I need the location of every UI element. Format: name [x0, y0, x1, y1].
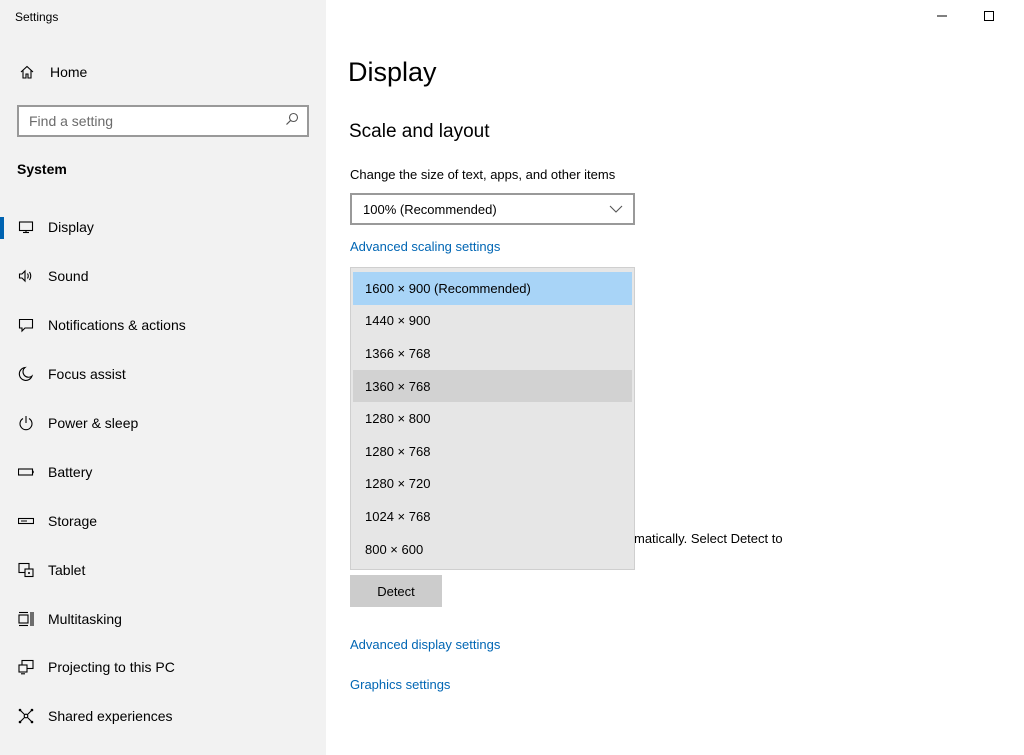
sidebar-item-label: Tablet — [48, 561, 86, 578]
notification-icon — [17, 316, 35, 334]
home-label: Home — [50, 64, 88, 80]
app-title: Settings — [15, 10, 59, 24]
sidebar-item-sound[interactable]: Sound — [0, 252, 326, 301]
sidebar-item-storage[interactable]: Storage — [0, 496, 326, 545]
sidebar: Settings Home System Display Sound — [0, 0, 326, 755]
sidebar-item-label: Notifications & actions — [48, 317, 186, 334]
resolution-option[interactable]: 1600 × 900 (Recommended) — [353, 272, 632, 305]
resolution-option[interactable]: 800 × 600 — [353, 533, 632, 566]
resolution-dropdown-list: 1600 × 900 (Recommended) 1440 × 900 1366… — [350, 267, 635, 570]
sidebar-item-label: Projecting to this PC — [48, 659, 175, 676]
search-box[interactable] — [17, 105, 309, 137]
sidebar-item-power-sleep[interactable]: Power & sleep — [0, 399, 326, 448]
projecting-icon — [17, 658, 35, 676]
monitor-icon — [17, 218, 35, 236]
sidebar-item-label: Storage — [48, 512, 98, 529]
sidebar-item-label: Battery — [48, 463, 93, 480]
resolution-option[interactable]: 1280 × 768 — [353, 435, 632, 468]
sidebar-item-shared-experiences[interactable]: Shared experiences — [0, 692, 326, 741]
sidebar-item-projecting[interactable]: Projecting to this PC — [0, 643, 326, 692]
shared-experiences-icon — [17, 707, 35, 725]
moon-icon — [17, 365, 35, 383]
scale-dropdown-value: 100% (Recommended) — [363, 201, 497, 217]
sidebar-item-label: Power & sleep — [48, 415, 139, 431]
scale-dropdown[interactable]: 100% (Recommended) — [350, 193, 635, 225]
minimize-button[interactable] — [929, 4, 955, 28]
sidebar-item-multitasking[interactable]: Multitasking — [0, 594, 326, 643]
sidebar-item-label: Focus assist — [48, 366, 126, 383]
sidebar-item-notifications[interactable]: Notifications & actions — [0, 301, 326, 350]
home-nav-item[interactable]: Home — [18, 63, 87, 81]
resolution-option[interactable]: 1366 × 768 — [353, 337, 632, 370]
sidebar-item-label: Sound — [48, 268, 89, 285]
graphics-settings-link[interactable]: Graphics settings — [350, 677, 450, 692]
minimize-icon — [937, 15, 947, 17]
speaker-icon — [17, 267, 35, 285]
power-icon — [17, 414, 35, 432]
sidebar-nav: Display Sound Notifications & actions Fo… — [0, 203, 326, 741]
section-label-system: System — [17, 161, 67, 177]
resolution-option[interactable]: 1440 × 900 — [353, 305, 632, 338]
chevron-down-icon — [609, 202, 623, 217]
sidebar-item-tablet[interactable]: Tablet — [0, 545, 326, 594]
resolution-option[interactable]: 1024 × 768 — [353, 500, 632, 533]
search-input[interactable] — [29, 113, 269, 129]
scale-label: Change the size of text, apps, and other… — [350, 167, 616, 182]
home-icon — [18, 63, 36, 81]
sidebar-item-focus-assist[interactable]: Focus assist — [0, 350, 326, 399]
detect-button[interactable]: Detect — [350, 575, 442, 607]
page-title: Display — [348, 57, 437, 87]
sidebar-item-label: Shared experiences — [48, 708, 173, 725]
resolution-option[interactable]: 1280 × 800 — [353, 402, 632, 435]
detect-description: matically. Select Detect to — [634, 531, 783, 546]
sidebar-item-label: Multitasking — [48, 610, 122, 627]
advanced-scaling-link[interactable]: Advanced scaling settings — [350, 239, 500, 254]
sidebar-item-display[interactable]: Display — [0, 203, 326, 252]
sidebar-item-battery[interactable]: Battery — [0, 447, 326, 496]
resolution-option[interactable]: 1280 × 720 — [353, 468, 632, 501]
section-heading: Scale and layout — [349, 121, 490, 142]
sidebar-item-label: Display — [48, 219, 94, 236]
advanced-display-link[interactable]: Advanced display settings — [350, 637, 500, 652]
resolution-option[interactable]: 1360 × 768 — [353, 369, 632, 403]
multitasking-icon — [17, 610, 35, 628]
maximize-button[interactable] — [976, 4, 1002, 28]
search-icon[interactable] — [285, 112, 299, 131]
tablet-icon — [17, 561, 35, 579]
maximize-icon — [984, 11, 994, 21]
battery-icon — [17, 463, 35, 481]
storage-icon — [17, 512, 35, 530]
